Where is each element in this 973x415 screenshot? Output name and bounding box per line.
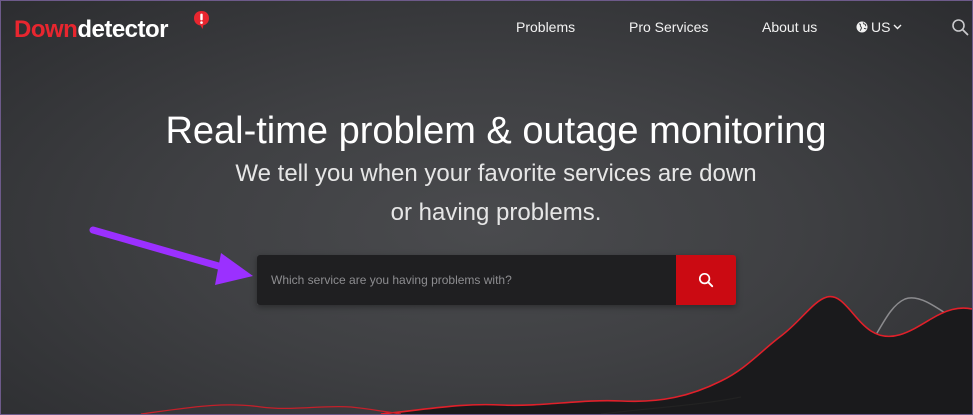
chevron-down-icon bbox=[893, 24, 902, 30]
wave-red-line bbox=[380, 295, 972, 414]
logo-text-detector: detector bbox=[77, 16, 169, 43]
service-search-form bbox=[257, 255, 736, 305]
locale-selector[interactable]: US bbox=[856, 18, 902, 36]
logo-text-down: Down bbox=[14, 16, 78, 43]
locale-label: US bbox=[871, 19, 891, 35]
hero-subtitle-line-1: We tell you when your favorite services … bbox=[235, 160, 757, 187]
downdetector-logo[interactable]: Downdetector bbox=[14, 15, 169, 45]
hero-subtitle-line-2: or having problems. bbox=[390, 199, 602, 226]
wave-red-fill bbox=[381, 296, 972, 414]
search-submit-button[interactable] bbox=[676, 255, 736, 305]
globe-icon bbox=[856, 21, 868, 33]
page-frame: Downdetector Problems Pro Services About… bbox=[0, 0, 973, 415]
logo-exclamation-icon bbox=[194, 11, 209, 29]
nav-problems[interactable]: Problems bbox=[516, 18, 575, 36]
hero-title: Real-time problem & outage monitoring bbox=[165, 110, 827, 153]
wave-dark-line bbox=[600, 396, 742, 414]
service-search-input[interactable] bbox=[257, 255, 676, 305]
wave-small-red-line bbox=[140, 404, 402, 414]
search-icon[interactable] bbox=[951, 18, 969, 36]
nav-about-us[interactable]: About us bbox=[762, 18, 817, 36]
hero-subtitle: We tell you when your favorite services … bbox=[1, 154, 972, 232]
wave-gray-line bbox=[560, 297, 972, 414]
search-icon bbox=[698, 272, 714, 288]
nav-pro-services[interactable]: Pro Services bbox=[629, 18, 708, 36]
